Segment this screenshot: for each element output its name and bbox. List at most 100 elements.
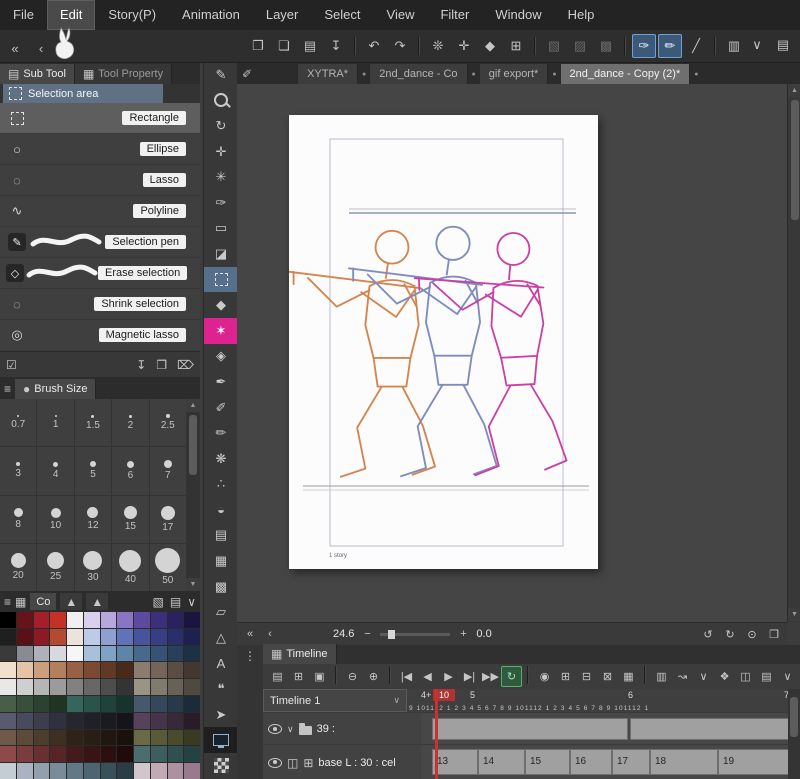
color-swatch[interactable]	[33, 763, 50, 779]
cel-span[interactable]: 15	[525, 749, 570, 775]
color-swatch[interactable]	[67, 729, 83, 746]
subview-tool[interactable]	[204, 727, 238, 754]
timeline-frame-ruler[interactable]: 4+ 10 9 101112 1 2 3 4 5 6 7 8 9 101112 …	[407, 689, 788, 713]
nav-left-icon[interactable]: «	[243, 626, 257, 642]
color-swatch[interactable]	[16, 679, 33, 695]
color-swatch[interactable]	[50, 645, 66, 662]
color-swatch[interactable]	[100, 628, 117, 645]
color-swatch[interactable]	[134, 763, 150, 779]
color-swatch[interactable]	[167, 696, 184, 712]
color-swatch[interactable]	[134, 679, 150, 695]
hamburger-icon[interactable]: ≡	[4, 382, 11, 396]
correction-icon[interactable]: ✏	[658, 34, 682, 58]
color-swatch[interactable]	[50, 696, 66, 712]
scroll-up-icon[interactable]: ▲	[186, 399, 200, 412]
brush-size-option[interactable]: 7	[149, 447, 186, 495]
skip-to-start-button[interactable]: |◀	[396, 666, 417, 687]
timeline-playhead[interactable]	[435, 689, 438, 779]
toolbar-menu-icon[interactable]: ▤	[771, 33, 795, 57]
brush-pen-tool[interactable]: ✎	[204, 62, 238, 88]
text-tool[interactable]: A	[204, 651, 238, 677]
camera-icon[interactable]: ◫	[735, 666, 756, 687]
color-swatch[interactable]	[134, 645, 150, 662]
color-swatch[interactable]	[167, 679, 184, 695]
color-swatch[interactable]	[150, 662, 167, 679]
color-swatch[interactable]	[83, 763, 100, 779]
color-swatch[interactable]	[67, 696, 83, 712]
color-swatch[interactable]	[67, 628, 83, 645]
color-swatch[interactable]	[167, 662, 184, 679]
color-swatch[interactable]	[150, 645, 167, 662]
selection-border-icon[interactable]: ▩	[594, 34, 618, 58]
palette-dock-icon[interactable]: ▤	[267, 666, 288, 687]
color-swatch[interactable]	[184, 746, 200, 763]
color-swatch[interactable]	[0, 662, 16, 679]
color-swatch[interactable]	[33, 746, 50, 763]
color-swatch[interactable]	[33, 612, 50, 628]
brush-size-option[interactable]: 12	[74, 495, 112, 543]
color-swatch[interactable]	[83, 645, 100, 662]
color-swatch[interactable]	[16, 628, 33, 645]
timeline-menu-icon[interactable]: ▤	[756, 666, 777, 687]
color-swatch[interactable]	[67, 679, 83, 695]
tab-brush-size[interactable]: ● Brush Size	[15, 379, 97, 399]
color-swatch[interactable]	[16, 612, 33, 628]
brush-size-option[interactable]: 8	[0, 495, 37, 543]
ruler-pen-icon[interactable]: ╱	[684, 34, 708, 58]
color-swatch[interactable]	[0, 612, 16, 628]
light-table-icon[interactable]: ▥	[651, 666, 672, 687]
color-swatch[interactable]	[100, 679, 117, 695]
scroll-thumb[interactable]	[790, 697, 798, 737]
toolbar-options-icon[interactable]: ∨	[745, 33, 769, 57]
ruler-tool[interactable]: △	[204, 625, 238, 651]
sub-tool-rectangle[interactable]: Rectangle	[0, 103, 200, 134]
sub-tool-polyline[interactable]: ∿ Polyline	[0, 196, 200, 227]
blend-tool[interactable]: ◆	[204, 292, 238, 318]
color-swatch[interactable]	[117, 712, 133, 729]
operation-tool[interactable]: ✳	[204, 164, 238, 190]
zoom-in-button[interactable]: +	[456, 626, 470, 642]
canvas-page[interactable]: 1 story	[288, 115, 598, 569]
cel-span[interactable]: 17	[612, 749, 650, 775]
color-swatch[interactable]	[167, 612, 184, 628]
grid-icon[interactable]: ▦	[15, 595, 26, 609]
color-swatch[interactable]	[33, 679, 50, 695]
menu-filter[interactable]: Filter	[427, 0, 482, 30]
color-swatch[interactable]	[184, 628, 200, 645]
reset-view-icon[interactable]: ⊙	[745, 626, 759, 642]
timeline-layer-base[interactable]: ◫ ⊞ base L : 30 : cel	[263, 745, 421, 779]
gradient-map-tool[interactable]: ◈	[204, 344, 238, 370]
color-swatch[interactable]	[150, 729, 167, 746]
color-swatch[interactable]	[0, 712, 16, 729]
curve-edit-icon[interactable]: ↝	[672, 666, 693, 687]
document-tab-2[interactable]: 2nd_dance - Co	[370, 64, 468, 84]
fill-tool[interactable]: ◒	[204, 497, 238, 523]
brush-tool[interactable]: ✐	[204, 395, 238, 421]
grid-tool[interactable]: ▦	[204, 548, 238, 574]
color-swatch[interactable]	[150, 746, 167, 763]
register-icon[interactable]: ☑	[6, 358, 17, 372]
color-swatch[interactable]	[134, 662, 150, 679]
color-swatch[interactable]	[83, 712, 100, 729]
brush-size-option[interactable]: 2.5	[149, 399, 186, 447]
color-swatch[interactable]	[0, 645, 16, 662]
menu-edit[interactable]: Edit	[46, 0, 96, 30]
expand-caret-icon[interactable]: ∨	[287, 724, 294, 735]
save-icon[interactable]: ↧	[324, 34, 348, 58]
timeline-selector-dropdown[interactable]: Timeline 1 ∨	[263, 689, 407, 712]
color-swatch[interactable]	[100, 696, 117, 712]
menu-layer[interactable]: Layer	[253, 0, 312, 30]
color-swatch[interactable]	[167, 645, 184, 662]
color-swatch[interactable]	[100, 612, 117, 628]
hamburger-icon[interactable]: ≡	[4, 595, 11, 609]
scroll-thumb[interactable]	[790, 100, 799, 220]
menu-animation[interactable]: Animation	[169, 0, 253, 30]
batch-cel-icon[interactable]: ▦	[618, 666, 639, 687]
color-swatch[interactable]	[67, 612, 83, 628]
color-swatch[interactable]	[16, 746, 33, 763]
rotate-cw-icon[interactable]: ↻	[723, 626, 737, 642]
color-swatch[interactable]	[83, 746, 100, 763]
brush-size-option[interactable]: 4	[37, 447, 74, 495]
brush-size-option[interactable]: 17	[149, 495, 186, 543]
color-swatch[interactable]	[50, 612, 66, 628]
